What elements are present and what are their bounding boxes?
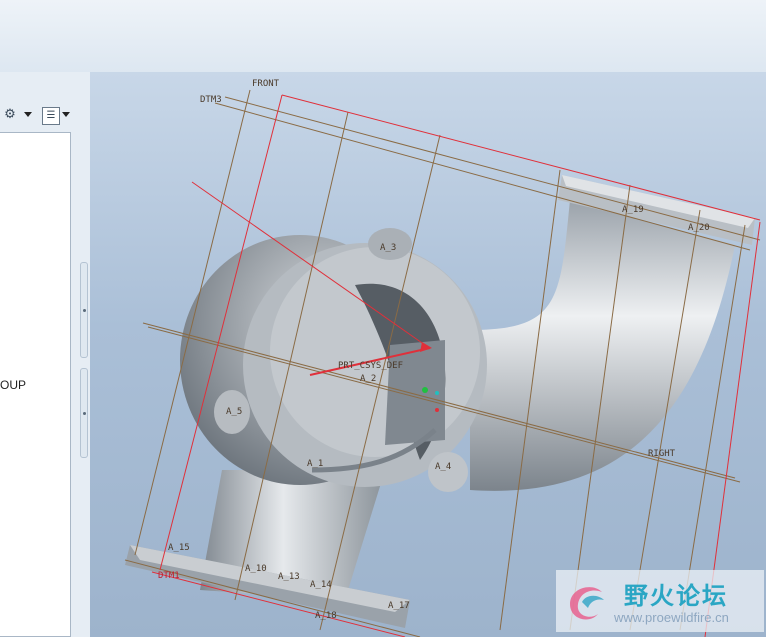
watermark-url: www.proewildfire.cn [614, 610, 729, 625]
axis-label: A_14 [310, 580, 332, 590]
datum-label-dtm3: DTM3 [200, 95, 222, 105]
grip-dot [83, 412, 86, 415]
axis-label: A_1 [307, 459, 323, 469]
axis-label: A_5 [226, 407, 242, 417]
axis-label: A_10 [245, 564, 267, 574]
chevron-down-icon[interactable] [62, 112, 70, 117]
elbow-pipe [470, 175, 755, 491]
datum-label-right: RIGHT [648, 449, 676, 459]
forum-watermark: 野火论坛 www.proewildfire.cn [556, 570, 764, 632]
axis-label: A_2 [360, 374, 376, 384]
grip-dot [83, 309, 86, 312]
model-graphics: FRONT DTM3 RIGHT DTM1 PRT_CSYS_DEF A_3 A… [124, 79, 761, 637]
axis-label: A_18 [315, 611, 337, 621]
tools-icon[interactable]: ⚙ [2, 107, 18, 123]
tree-settings-icon[interactable]: ☰ [42, 107, 60, 125]
axis-label: A_20 [688, 223, 710, 233]
axis-label: A_17 [388, 601, 410, 611]
datum-label-front: FRONT [252, 79, 280, 89]
axis-label: A_15 [168, 543, 190, 553]
panel-splitter-handle[interactable] [80, 262, 88, 358]
tree-item-label[interactable]: OUP [0, 378, 26, 392]
model-tree[interactable]: OUP [0, 132, 71, 637]
ribbon-toolbar [0, 0, 766, 73]
model-tree-toolbar: ⚙ ☰ [0, 100, 80, 130]
axis-label: A_4 [435, 462, 451, 472]
chevron-down-icon[interactable] [24, 112, 32, 117]
watermark-chinese-text: 野火论坛 [624, 582, 728, 610]
csys-label: PRT_CSYS_DEF [338, 361, 403, 371]
panel-splitter-handle[interactable] [80, 368, 88, 458]
graphics-viewport[interactable]: FRONT DTM3 RIGHT DTM1 PRT_CSYS_DEF A_3 A… [90, 72, 766, 637]
axis-label: A_3 [380, 243, 396, 253]
bird-logo-icon [570, 587, 604, 620]
axis-label: A_19 [622, 205, 644, 215]
axis-label: A_13 [278, 572, 300, 582]
datum-label-dtm-bottom: DTM1 [158, 571, 180, 581]
housing-body [180, 228, 487, 492]
